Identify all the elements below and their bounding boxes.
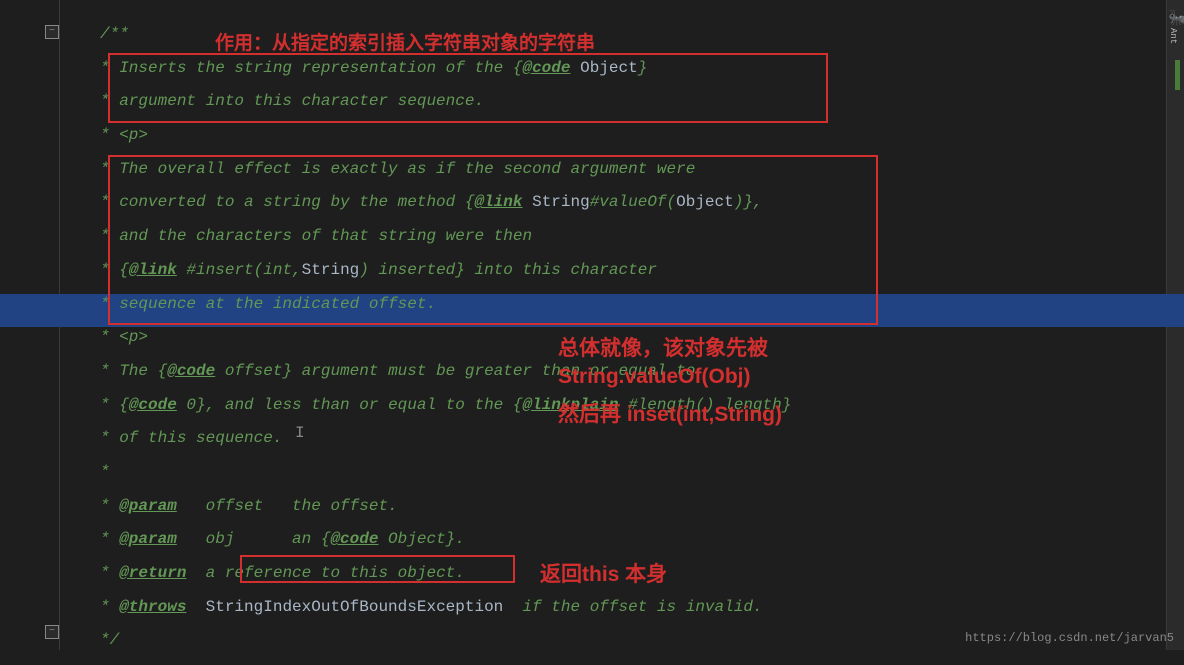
text-cursor: I	[295, 424, 305, 442]
annotation-note-2: String.valueOf(Obj)	[558, 365, 751, 389]
fold-marker-icon[interactable]: −	[45, 625, 59, 639]
annotation-note-1: 总体就像，该对象先被	[558, 332, 768, 362]
minimap-bar	[1175, 60, 1180, 90]
annotation-note-4: 返回this 本身	[540, 558, 667, 588]
javadoc-start: /**	[100, 25, 129, 43]
fold-marker-icon[interactable]: −	[45, 25, 59, 39]
code-editor[interactable]: − − 🐜 Ant /** * Inserts the string repre…	[0, 0, 1184, 650]
ant-tool-icon[interactable]: 🐜 Ant	[1168, 8, 1182, 48]
annotation-note-3: 然后再 inset(int,String)	[558, 398, 782, 428]
annotation-title: 作用：从指定的索引插入字符串对象的字符串	[215, 28, 595, 55]
